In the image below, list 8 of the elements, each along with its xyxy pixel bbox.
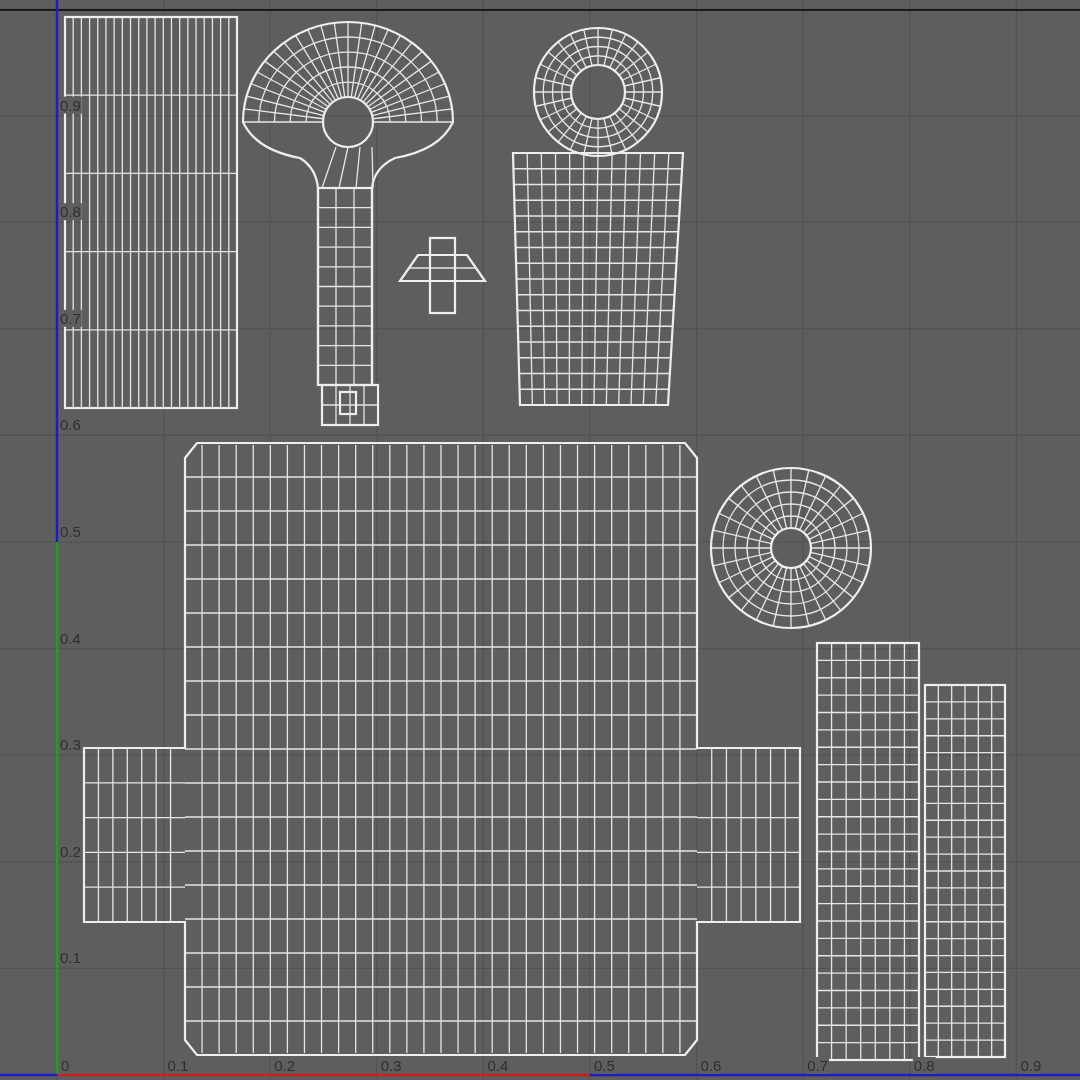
uv-shell-drawing[interactable] xyxy=(532,26,664,158)
uv-shell-drawing[interactable] xyxy=(82,441,802,1057)
uv-shell-drawing[interactable] xyxy=(815,641,921,1062)
uv-shell-drawing[interactable] xyxy=(241,21,455,427)
uv-shell-drawing[interactable] xyxy=(923,683,1007,1059)
uv-shell-drawing[interactable] xyxy=(709,466,873,630)
uv-shell-drawing[interactable] xyxy=(511,151,685,407)
uv-shell-drawing[interactable] xyxy=(397,236,488,315)
